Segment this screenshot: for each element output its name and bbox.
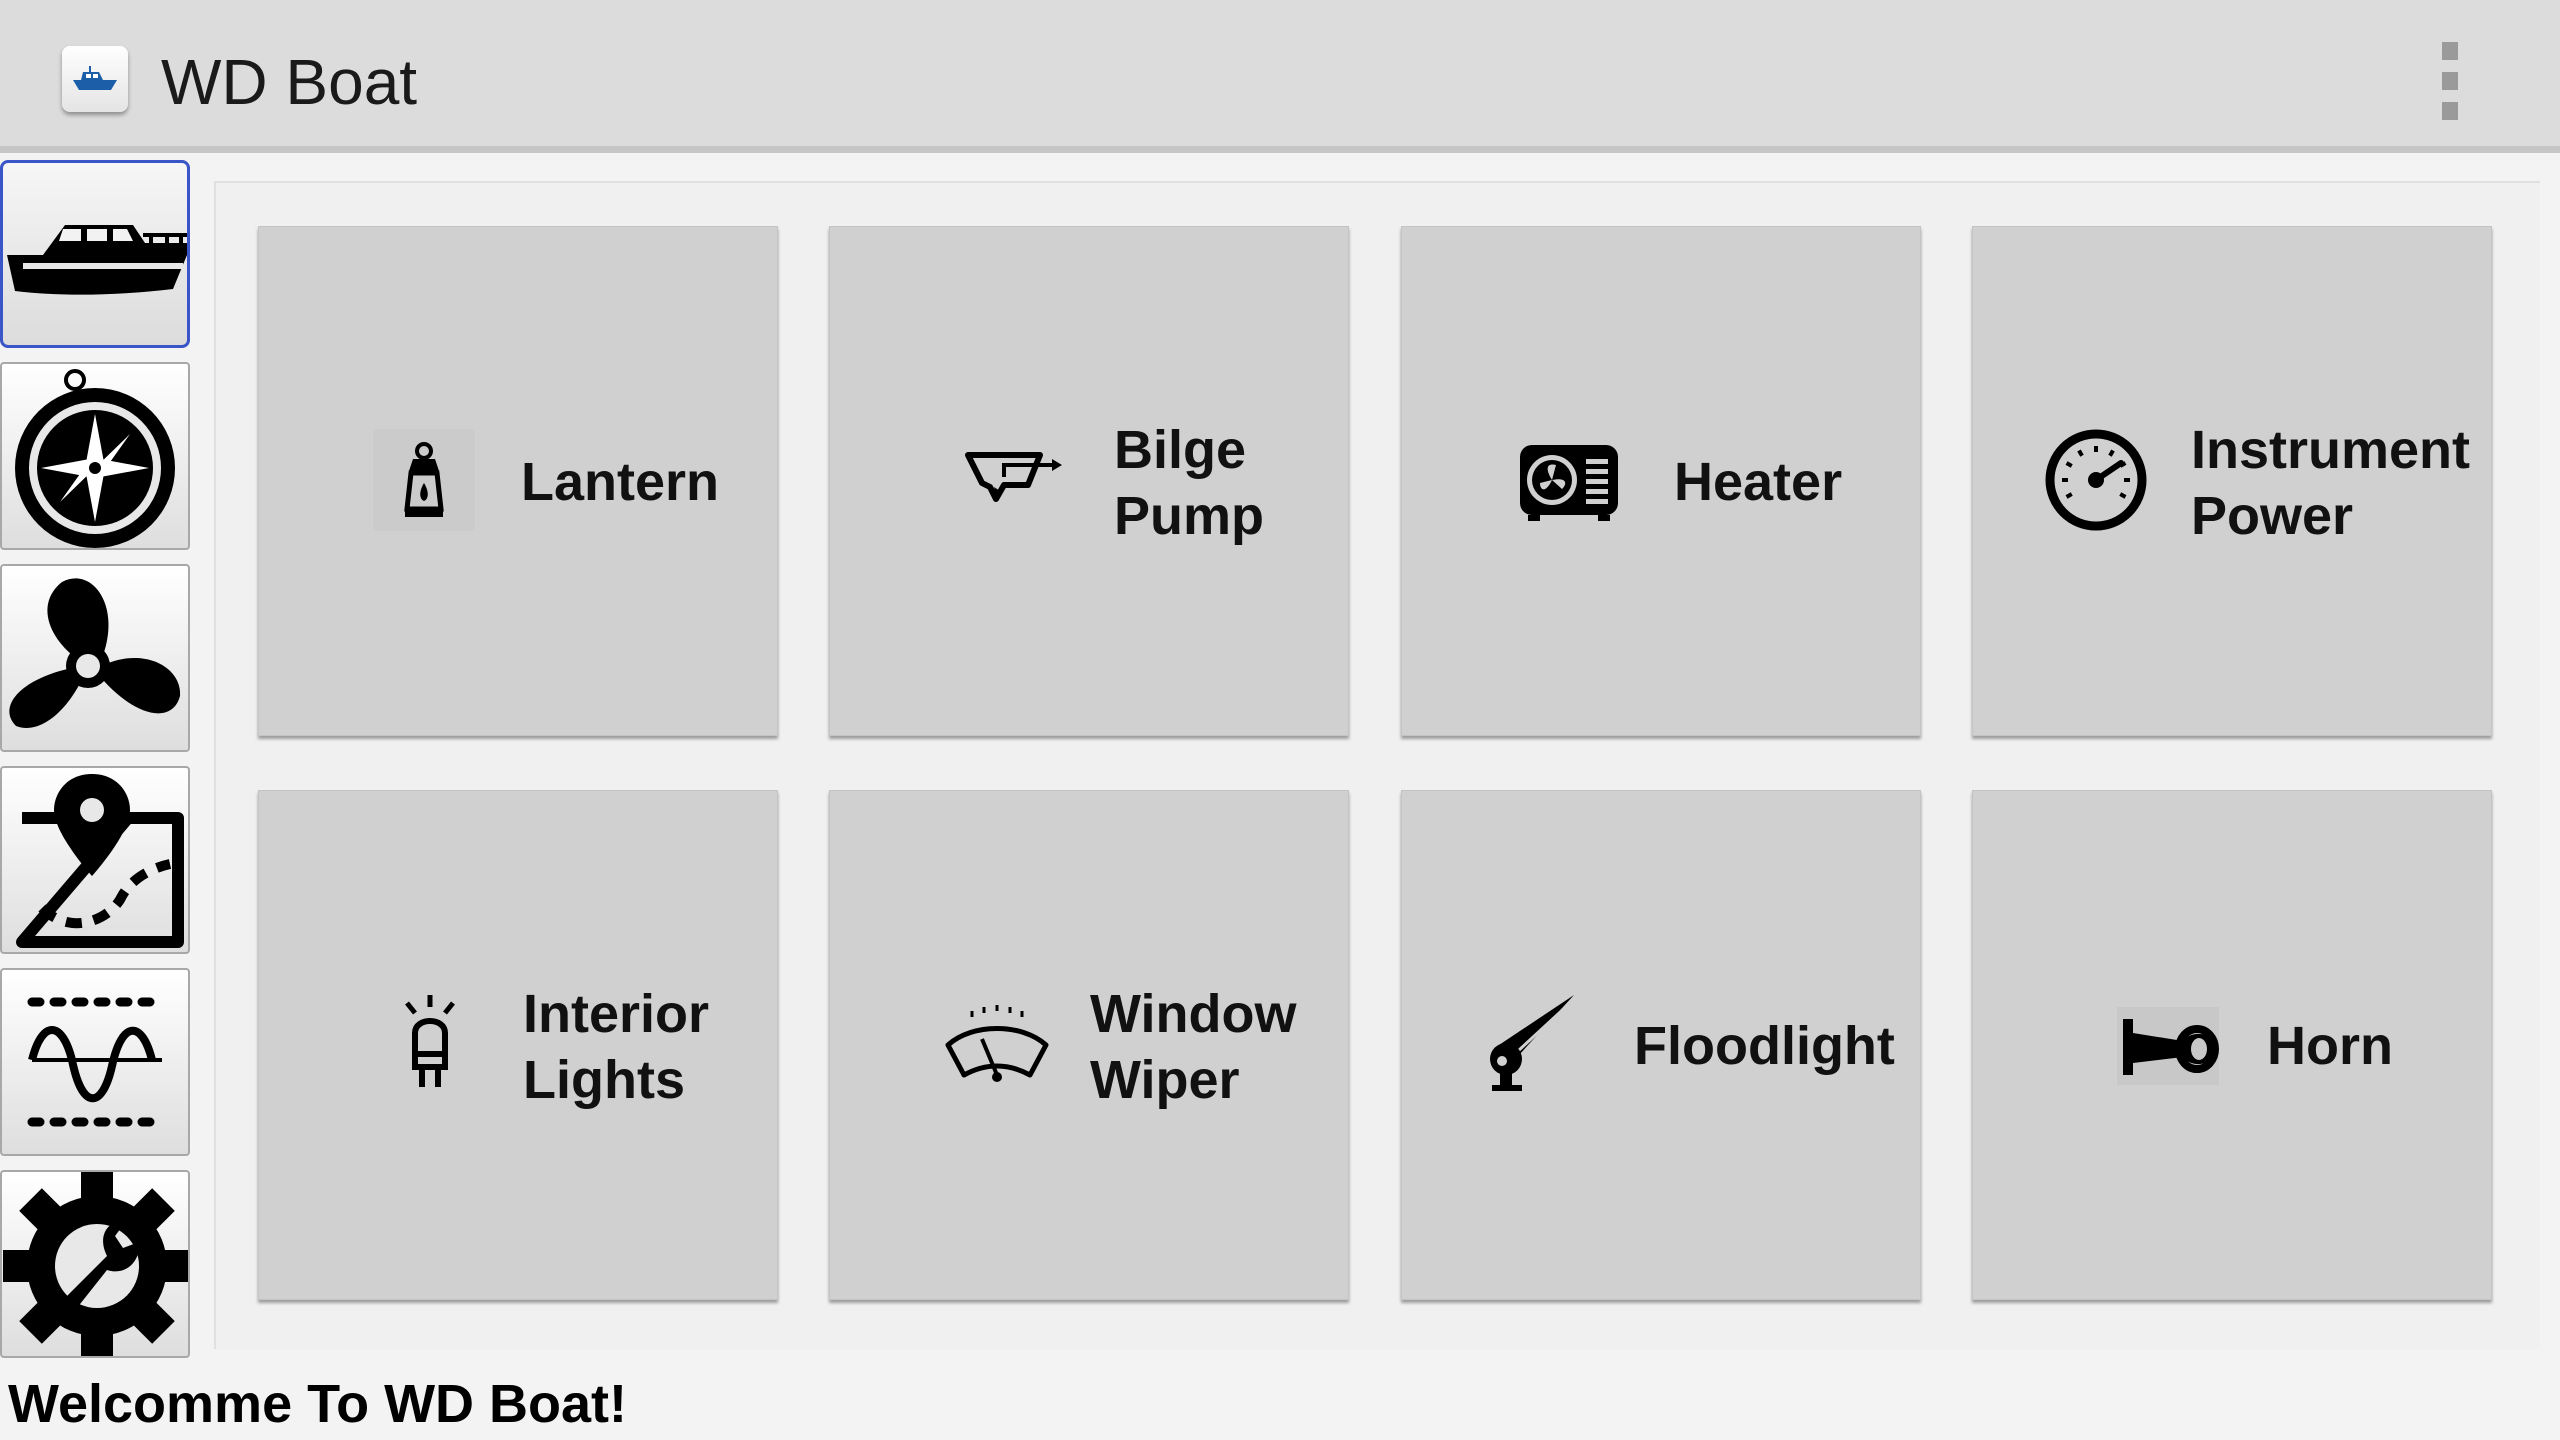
floodlight-label: Floodlight <box>1634 1016 1895 1076</box>
interior-lights-tile[interactable]: Interior Lights <box>258 790 778 1300</box>
propeller-icon <box>9 578 181 728</box>
app-title: WD Boat <box>161 46 418 118</box>
instrument-power-tile[interactable]: Instrument Power <box>1972 226 2492 736</box>
action-bar: WD Boat <box>0 0 2560 153</box>
bilge-pump-tile[interactable]: Bilge Pump <box>829 226 1349 736</box>
heater-label: Heater <box>1674 452 1843 512</box>
bilge-pump-label: Bilge Pump <box>1114 420 1265 546</box>
floodlight-icon <box>1490 995 1574 1091</box>
sidebar-item-engine[interactable] <box>0 564 190 752</box>
boat-icon <box>7 225 187 295</box>
sidebar-item-boat[interactable] <box>0 160 190 348</box>
heater-tile[interactable]: Heater <box>1401 226 1921 736</box>
boat-app-icon[interactable] <box>62 46 128 112</box>
floodlight-tile[interactable]: Floodlight <box>1401 790 1921 1300</box>
horn-label: Horn <box>2267 1016 2393 1076</box>
window-wiper-tile[interactable]: Window Wiper <box>829 790 1349 1300</box>
sidebar-item-compass[interactable] <box>0 362 190 550</box>
sensor-wave-icon <box>27 997 167 1127</box>
sidebar-item-sensors[interactable] <box>0 968 190 1156</box>
horn-icon <box>2117 1007 2219 1085</box>
sidebar-item-navigation[interactable] <box>0 766 190 954</box>
compass-icon <box>15 369 175 548</box>
bilge-pump-icon <box>965 452 1062 502</box>
interior-light-icon <box>405 995 455 1087</box>
instrument-power-label: Instrument Power <box>2191 420 2471 546</box>
horn-tile[interactable]: Horn <box>1972 790 2492 1300</box>
heater-icon <box>1520 445 1618 521</box>
lantern-tile[interactable]: Lantern <box>258 226 778 736</box>
lantern-icon <box>373 429 475 531</box>
welcome-message: Welcomme To WD Boat! <box>8 1374 628 1434</box>
interior-lights-label: Interior Lights <box>523 984 710 1110</box>
window-wiper-icon <box>945 1005 1049 1082</box>
lantern-label: Lantern <box>521 452 720 512</box>
overflow-menu-icon[interactable] <box>2420 36 2480 126</box>
map-route-icon <box>16 774 184 948</box>
settings-wrench-icon <box>3 1172 188 1356</box>
window-wiper-label: Window Wiper <box>1090 984 1297 1110</box>
gauge-icon <box>2045 429 2147 531</box>
sidebar-item-settings[interactable] <box>0 1170 190 1358</box>
app-root: WD Boat Lantern Bilge Pump Heater Instru… <box>0 0 2560 1440</box>
